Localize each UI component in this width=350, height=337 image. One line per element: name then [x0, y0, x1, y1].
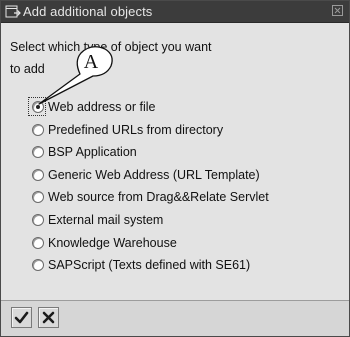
- option-label: Web address or file: [48, 100, 156, 114]
- radio-button-selected[interactable]: [32, 101, 44, 113]
- option-label: Web source from Drag&&Relate Servlet: [48, 190, 269, 205]
- option-label: External mail system: [48, 212, 164, 227]
- radio-button[interactable]: [32, 236, 44, 249]
- dialog-title: Add additional objects: [23, 4, 153, 19]
- cancel-button[interactable]: [38, 307, 59, 328]
- object-type-radio-group: Web address or file Predefined URLs from…: [28, 97, 269, 278]
- option-drag-relate-servlet[interactable]: Web source from Drag&&Relate Servlet: [31, 187, 269, 210]
- radio-button[interactable]: [32, 123, 44, 136]
- option-label: BSP Application: [48, 145, 137, 160]
- radio-button[interactable]: [32, 259, 44, 272]
- checkmark-icon: [14, 311, 29, 324]
- option-sapscript[interactable]: SAPScript (Texts defined with SE61): [31, 255, 269, 278]
- radio-button[interactable]: [32, 146, 44, 159]
- option-predefined-urls[interactable]: Predefined URLs from directory: [31, 120, 269, 143]
- radio-button[interactable]: [32, 213, 44, 226]
- x-cancel-icon: [42, 311, 55, 324]
- title-bar: Add additional objects: [1, 1, 349, 23]
- prompt-line-1: Select which type of object you want: [10, 40, 212, 54]
- close-icon: [334, 7, 341, 14]
- close-button[interactable]: [332, 5, 343, 16]
- button-bar: [1, 301, 349, 336]
- prompt-text: Select which type of object you want to …: [10, 36, 250, 80]
- option-label: Knowledge Warehouse: [48, 235, 177, 250]
- option-generic-web-address[interactable]: Generic Web Address (URL Template): [31, 165, 269, 188]
- option-bsp-application[interactable]: BSP Application: [31, 142, 269, 165]
- prompt-line-2: to add: [10, 62, 45, 76]
- option-knowledge-warehouse[interactable]: Knowledge Warehouse: [31, 233, 269, 256]
- option-external-mail-system[interactable]: External mail system: [31, 210, 269, 233]
- callout-label: A: [83, 51, 99, 73]
- option-label: Predefined URLs from directory: [48, 122, 224, 137]
- option-web-address-or-file[interactable]: Web address or file: [28, 97, 269, 120]
- radio-button[interactable]: [32, 168, 44, 181]
- confirm-button[interactable]: [11, 307, 32, 328]
- radio-button[interactable]: [32, 191, 44, 204]
- add-objects-dialog: Add additional objects Select which type…: [0, 0, 350, 337]
- new-window-icon: [5, 4, 21, 19]
- option-label: Generic Web Address (URL Template): [48, 167, 260, 182]
- option-label: SAPScript (Texts defined with SE61): [48, 258, 251, 273]
